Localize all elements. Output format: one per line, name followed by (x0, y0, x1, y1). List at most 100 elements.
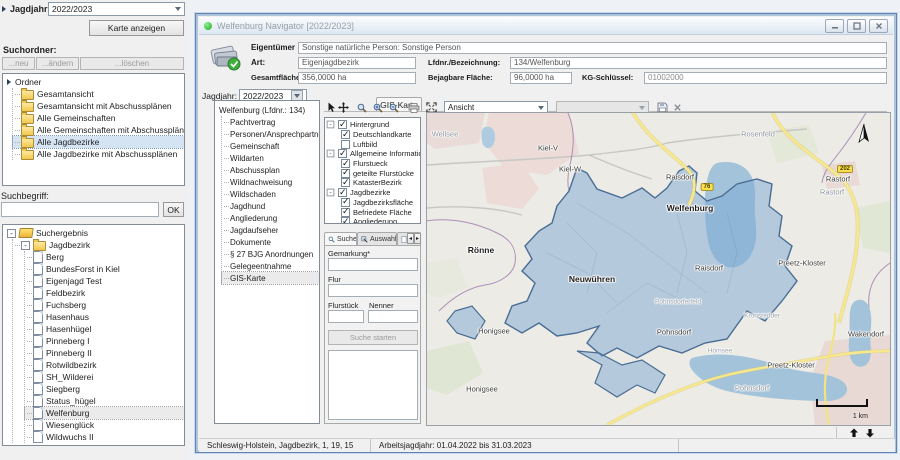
layer-item[interactable]: geteilte Flurstücke (326, 168, 420, 178)
layer-checkbox[interactable] (341, 217, 350, 224)
art-field[interactable]: Eigenjagdbezirk (298, 57, 416, 69)
flurstueck-input[interactable] (328, 310, 364, 323)
tabs-scroll-left-button[interactable]: ◂ (407, 233, 414, 244)
nav-item[interactable]: Gemeinschaft (222, 140, 319, 152)
result-item[interactable]: Welfenburg (25, 407, 184, 419)
document-icon (33, 251, 43, 263)
layer-item[interactable]: Angliederung (326, 217, 420, 224)
result-tree-group[interactable]: - Jagdbezirk (13, 239, 184, 251)
result-item[interactable]: Feldbezirk (25, 287, 184, 299)
layer-group[interactable]: -Jagdbezirke (326, 188, 420, 198)
collapse-icon[interactable]: - (327, 189, 335, 197)
result-item[interactable]: Eigenjagd Test (25, 275, 184, 287)
folder-item[interactable]: Alle Gemeinschaften (13, 112, 184, 124)
layer-checkbox[interactable] (341, 130, 350, 139)
result-item[interactable]: Pinneberg I (25, 335, 184, 347)
result-tree-root[interactable]: - Suchergebnis (5, 227, 184, 239)
map-canvas[interactable]: WellseeKiel-VKiel-WRosenfeldRaisdorfRast… (426, 112, 891, 426)
folder-item[interactable]: Alle Gemeinschaften mit Abschussplänen (13, 124, 184, 136)
document-icon (33, 395, 43, 407)
nav-item[interactable]: Personen/Ansprechpartner (222, 128, 319, 140)
pan-up-icon[interactable] (849, 428, 859, 438)
search-results-list[interactable] (328, 350, 418, 420)
collapse-icon[interactable]: - (21, 241, 30, 250)
pan-down-icon[interactable] (865, 428, 875, 438)
kg-field[interactable]: 01002000 (644, 72, 887, 84)
bejagbare-field[interactable]: 96,0000 ha (510, 72, 572, 84)
result-item[interactable]: Hasenhaus (25, 311, 184, 323)
layer-item[interactable]: Deutschlandkarte (326, 130, 420, 140)
tab-auswahl[interactable]: Auswahl (357, 232, 397, 245)
maximize-button[interactable] (847, 19, 866, 33)
collapse-icon[interactable]: - (7, 229, 16, 238)
nav-item[interactable]: Pachtvertrag (222, 116, 319, 128)
nav-item-label: Jagdhund (230, 202, 265, 211)
karte-anzeigen-button[interactable]: Karte anzeigen (89, 20, 184, 36)
nav-item[interactable]: Abschussplan (222, 164, 319, 176)
print-icon[interactable] (408, 102, 420, 113)
result-item[interactable]: Wiesenglück (25, 419, 184, 431)
result-item[interactable]: Pinneberg II (25, 347, 184, 359)
result-item[interactable]: SH_Wilderei (25, 371, 184, 383)
pan-icon[interactable] (337, 102, 349, 113)
select-cursor-icon[interactable] (326, 102, 336, 113)
gemarkung-input[interactable] (328, 258, 418, 271)
nav-item[interactable]: § 27 BJG Anordnungen (222, 248, 319, 260)
folder-item[interactable]: Gesamtansicht (13, 88, 184, 100)
nenner-input[interactable] (368, 310, 418, 323)
folder-item[interactable]: Alle Jagdbezirke mit Abschussplänen (13, 148, 184, 160)
layer-group[interactable]: -Hintergrund (326, 120, 420, 130)
tabs-scroll-right-button[interactable]: ▸ (414, 233, 421, 244)
close-button[interactable] (869, 19, 888, 33)
zoom-in-icon[interactable] (372, 102, 383, 113)
result-item[interactable]: Status_hügel (25, 395, 184, 407)
layer-item[interactable]: Jagdbezirksfläche (326, 198, 420, 208)
ok-button[interactable]: OK (163, 202, 184, 217)
edit-folder-button[interactable]: ...ändern (36, 57, 79, 70)
nav-item[interactable]: Dokumente (222, 236, 319, 248)
suchbegriff-input[interactable] (1, 202, 159, 217)
result-item[interactable]: Hasenhügel (25, 323, 184, 335)
jagdjahr-select[interactable]: 2022/2023 (48, 2, 185, 16)
collapse-icon[interactable]: - (327, 150, 335, 158)
folder-item-label: Alle Gemeinschaften mit Abschussplänen (37, 125, 184, 135)
folder-item[interactable]: Gesamtansicht mit Abschussplänen (13, 100, 184, 112)
document-icon (33, 311, 43, 323)
lfdnr-field[interactable]: 134/Welfenburg (510, 57, 887, 69)
nav-tree-root[interactable]: Welfenburg (Lfdnr.: 134) (217, 104, 319, 116)
folder-item[interactable]: Alle Jagdbezirke (13, 136, 184, 148)
nav-item[interactable]: Angliederung (222, 212, 319, 224)
nav-item[interactable]: Jagdhund (222, 200, 319, 212)
folder-tree-root[interactable]: Ordner (5, 76, 184, 88)
result-item[interactable]: BundesForst in Kiel (25, 263, 184, 275)
collapse-icon[interactable]: - (327, 121, 335, 129)
tab-suche[interactable]: Suche (324, 232, 357, 245)
result-item[interactable]: Fuchsberg (25, 299, 184, 311)
new-folder-button[interactable]: ...neu (2, 57, 35, 70)
minimize-button[interactable] (825, 19, 844, 33)
layer-group[interactable]: -Allgemeine Informationen (326, 149, 420, 159)
layer-item[interactable]: Befriedete Fläche (326, 207, 420, 217)
result-item[interactable]: Berg (25, 251, 184, 263)
title-bar[interactable]: Welfenburg Navigator [2022/2023] (199, 17, 893, 35)
result-item[interactable]: Rotwildbezirk (25, 359, 184, 371)
eigentuemer-field[interactable]: Sonstige natürliche Person: Sonstige Per… (298, 42, 887, 54)
result-item[interactable]: Wildwuchs II (25, 431, 184, 443)
nav-item[interactable]: Gelegeentnahme (222, 260, 319, 272)
suche-starten-button[interactable]: Suche starten (328, 330, 418, 345)
nav-item[interactable]: GIS-Karte (222, 272, 319, 284)
result-item[interactable]: Siegberg (25, 383, 184, 395)
delete-folder-button[interactable]: ...löschen (80, 57, 184, 70)
gesamtflaeche-field[interactable]: 356,0000 ha (298, 72, 416, 84)
layer-item[interactable]: Flurstueck (326, 159, 420, 169)
zoom-out-icon[interactable] (388, 102, 399, 113)
zoom-icon[interactable] (356, 102, 367, 113)
nav-item[interactable]: Wildschaden (222, 188, 319, 200)
map-place-label: Kiel-W (559, 165, 581, 174)
nav-item[interactable]: Wildarten (222, 152, 319, 164)
nav-item[interactable]: Jagdaufseher (222, 224, 319, 236)
collapse-arrow-icon[interactable] (2, 6, 6, 12)
nav-item[interactable]: Wildnachweisung (222, 176, 319, 188)
flur-input[interactable] (328, 284, 418, 297)
document-icon (33, 263, 43, 275)
